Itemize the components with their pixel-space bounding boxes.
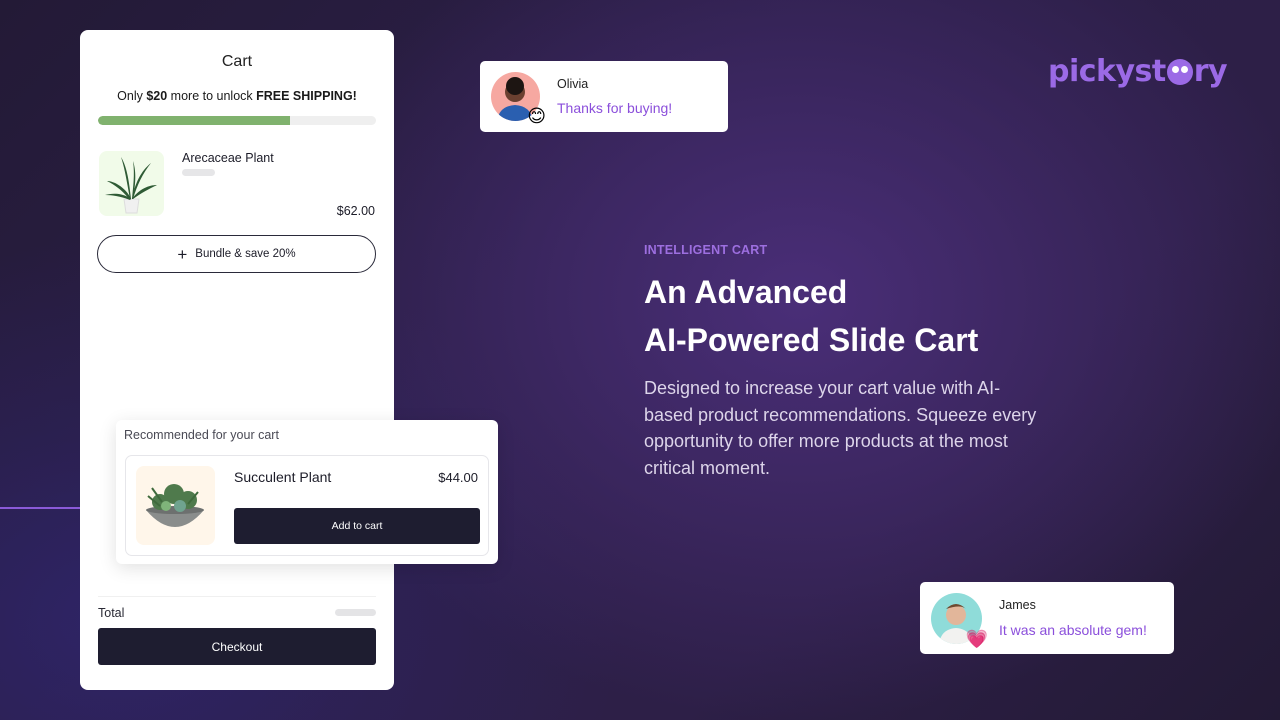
cart-item-variant-placeholder: [182, 169, 215, 176]
free-shipping-message: Only $20 more to unlock FREE SHIPPING!: [117, 89, 357, 103]
logo-mascot-icon: [1166, 59, 1193, 85]
eyebrow-label: INTELLIGENT CART: [644, 243, 768, 257]
total-value-placeholder: [335, 609, 376, 616]
headline: An Advanced AI-Powered Slide Cart: [644, 268, 978, 364]
heart-emoji-icon: 💗: [965, 629, 988, 649]
bubble-message: It was an absolute gem!: [999, 622, 1147, 638]
shipping-progress-fill: [98, 116, 290, 125]
bubble-message: Thanks for buying!: [557, 100, 673, 116]
bubble-name: James: [999, 598, 1036, 612]
smiling-face-emoji-icon: 😊: [527, 106, 546, 126]
shipping-goal: FREE SHIPPING!: [256, 89, 357, 103]
hero-description: Designed to increase your cart value wit…: [644, 378, 1037, 478]
recommendation-title: Recommended for your cart: [124, 428, 279, 442]
chat-bubble-olivia: 😊 Olivia Thanks for buying!: [480, 61, 728, 132]
cart-title: Cart: [221, 53, 253, 70]
potted-palm-plant-image: [99, 151, 164, 216]
shipping-amount: $20: [146, 89, 168, 103]
bundle-save-button[interactable]: + Bundle & save 20%: [97, 235, 376, 273]
plus-icon: +: [177, 244, 188, 264]
recommended-product-name: Succulent Plant: [234, 469, 332, 485]
divider: [98, 596, 376, 597]
cart-item-name: Arecaceae Plant: [182, 151, 274, 165]
total-label: Total: [98, 606, 125, 620]
chat-bubble-james: 💗 James It was an absolute gem!: [920, 582, 1174, 654]
add-to-cart-button[interactable]: Add to cart: [234, 508, 480, 544]
cart-panel: Cart Only $20 more to unlock FREE SHIPPI…: [80, 30, 394, 690]
cart-item-price: $62.00: [336, 204, 375, 218]
succulent-bowl-image: [136, 466, 215, 545]
recommended-product-price: $44.00: [438, 470, 478, 485]
checkout-button[interactable]: Checkout: [98, 628, 376, 665]
headline-line-2: AI-Powered Slide Cart: [644, 322, 979, 358]
bubble-name: Olivia: [557, 77, 589, 91]
pickystory-logo: pickyst ry: [1048, 54, 1228, 89]
avatar-james: 💗: [931, 593, 988, 648]
shipping-progress-bar: [98, 116, 376, 125]
headline-line-1: An Advanced: [644, 274, 848, 310]
recommended-product: Succulent Plant $44.00 Add to cart: [125, 455, 489, 556]
recommendation-card: Recommended for your cart Succulent Plan…: [116, 420, 498, 564]
accent-line: [0, 507, 80, 509]
bundle-save-label: Bundle & save 20%: [195, 248, 296, 260]
avatar-olivia: 😊: [491, 72, 546, 125]
